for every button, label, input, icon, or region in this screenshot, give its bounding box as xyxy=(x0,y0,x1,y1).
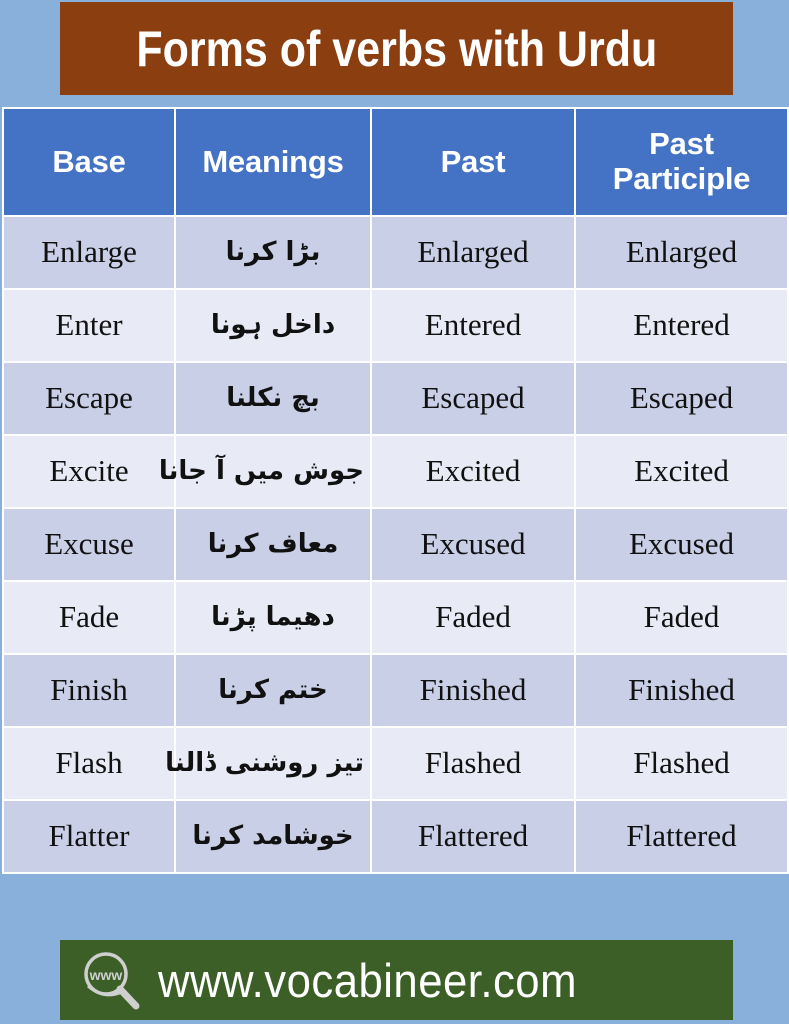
column-header-past-participle-line1: Past xyxy=(649,126,714,162)
magnifier-www-icon: www xyxy=(84,952,140,1010)
cell-meaning: معاف کرنا xyxy=(174,507,372,582)
table-row: Enlarge بڑا کرنا Enlarged Enlarged xyxy=(2,215,789,290)
cell-past: Finished xyxy=(370,653,576,728)
cell-base: Excuse xyxy=(2,507,176,582)
cell-base: Flatter xyxy=(2,799,176,874)
column-header-meanings: Meanings xyxy=(174,107,372,217)
cell-meaning: جوش میں آ جانا xyxy=(159,434,372,509)
cell-past: Escaped xyxy=(370,361,576,436)
cell-base: Flash xyxy=(2,726,176,801)
cell-base: Enter xyxy=(2,288,176,363)
cell-participle: Finished xyxy=(574,653,789,728)
table-row: Escape بچ نکلنا Escaped Escaped xyxy=(2,361,789,436)
column-header-past-participle: Past Participle xyxy=(574,107,789,217)
cell-base: Excite xyxy=(2,434,176,509)
cell-meaning: خوشامد کرنا xyxy=(174,799,372,874)
table-header: Base Meanings Past Past Participle xyxy=(2,107,789,217)
table-row: Flatter خوشامد کرنا Flattered Flattered xyxy=(2,799,789,874)
cell-past: Enlarged xyxy=(370,215,576,290)
cell-base: Escape xyxy=(2,361,176,436)
cell-participle: Excited xyxy=(574,434,789,509)
cell-past: Faded xyxy=(370,580,576,655)
cell-participle: Entered xyxy=(574,288,789,363)
cell-meaning: ختم کرنا xyxy=(174,653,372,728)
table-row: Excuse معاف کرنا Excused Excused xyxy=(2,507,789,582)
cell-past: Flashed xyxy=(370,726,576,801)
cell-participle: Faded xyxy=(574,580,789,655)
cell-participle: Escaped xyxy=(574,361,789,436)
title-banner: Forms of verbs with Urdu xyxy=(60,2,733,95)
cell-meaning: بچ نکلنا xyxy=(174,361,372,436)
table-header-row: Base Meanings Past Past Participle xyxy=(2,107,789,217)
cell-base: Enlarge xyxy=(2,215,176,290)
cell-base: Fade xyxy=(2,580,176,655)
table-row: Excite جوش میں آ جانا Excited Excited xyxy=(2,434,789,509)
column-header-past-participle-line2: Participle xyxy=(612,161,751,196)
cell-past: Excited xyxy=(370,434,576,509)
footer-bar: www www.vocabineer.com xyxy=(60,940,733,1020)
column-header-past: Past xyxy=(370,107,576,217)
page-title: Forms of verbs with Urdu xyxy=(136,20,657,77)
table-row: Enter داخل ہونا Entered Entered xyxy=(2,288,789,363)
column-header-base: Base xyxy=(2,107,176,217)
table-row: Fade دھیما پڑنا Faded Faded xyxy=(2,580,789,655)
cell-participle: Flashed xyxy=(574,726,789,801)
cell-participle: Enlarged xyxy=(574,215,789,290)
cell-past: Entered xyxy=(370,288,576,363)
verb-forms-table: Base Meanings Past Past Participle Enlar… xyxy=(2,107,789,874)
cell-meaning: بڑا کرنا xyxy=(174,215,372,290)
cell-meaning: تیز روشنی ڈالنا xyxy=(165,726,372,801)
cell-participle: Flattered xyxy=(574,799,789,874)
footer-website-url[interactable]: www.vocabineer.com xyxy=(158,953,577,1008)
cell-participle: Excused xyxy=(574,507,789,582)
table-row: Flash تیز روشنی ڈالنا Flashed Flashed xyxy=(2,726,789,801)
cell-meaning: داخل ہونا xyxy=(174,288,372,363)
magnifier-www-label: www xyxy=(89,967,123,983)
table-row: Finish ختم کرنا Finished Finished xyxy=(2,653,789,728)
cell-past: Flattered xyxy=(370,799,576,874)
cell-base: Finish xyxy=(2,653,176,728)
cell-meaning: دھیما پڑنا xyxy=(174,580,372,655)
cell-past: Excused xyxy=(370,507,576,582)
table-body: Enlarge بڑا کرنا Enlarged Enlarged Enter… xyxy=(2,215,789,874)
